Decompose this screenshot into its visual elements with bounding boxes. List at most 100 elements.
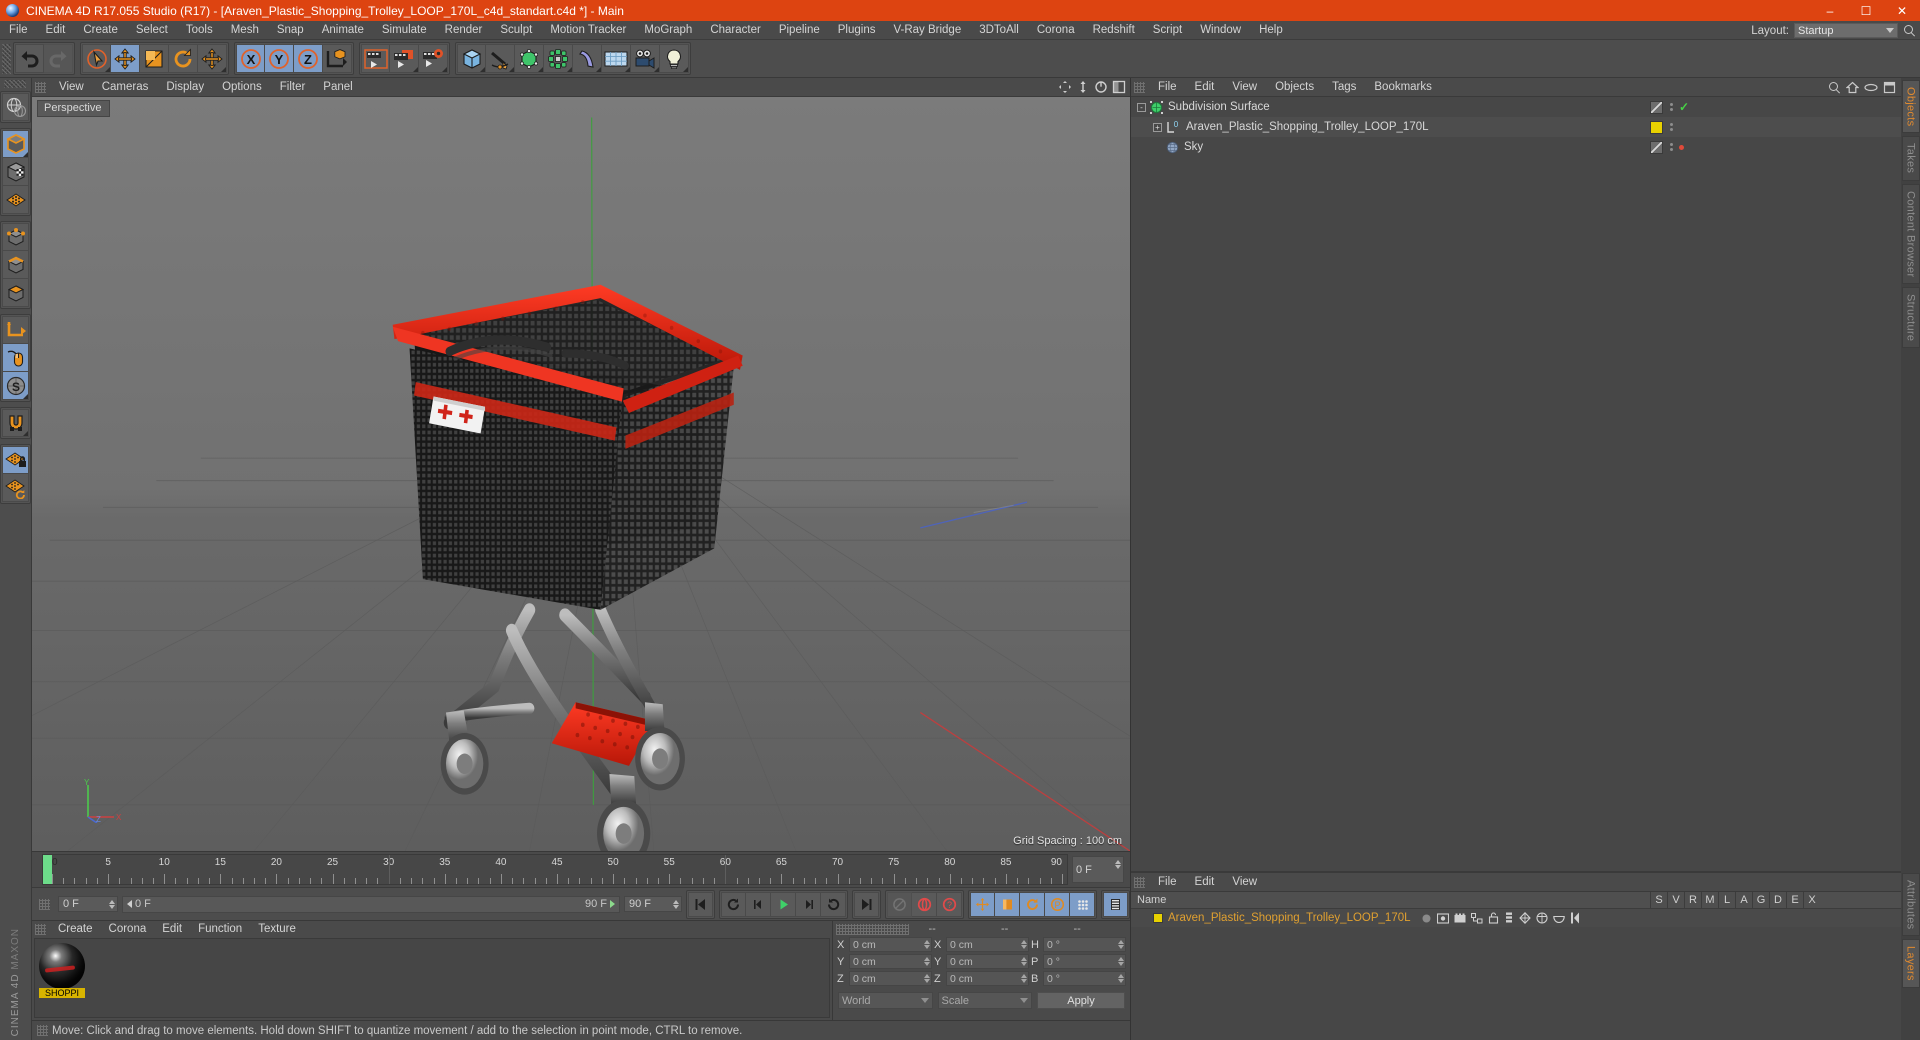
- timeline-frame-field[interactable]: 0 F: [1072, 856, 1124, 883]
- close-button[interactable]: ✕: [1884, 0, 1920, 21]
- material-menu-item-edit[interactable]: Edit: [154, 921, 190, 938]
- menu-item-script[interactable]: Script: [1144, 21, 1191, 40]
- object-menu-item-tags[interactable]: Tags: [1323, 78, 1365, 97]
- pan-view-icon[interactable]: [1058, 80, 1072, 94]
- right-tab-takes[interactable]: Takes: [1901, 136, 1920, 181]
- timeline-ruler[interactable]: 051015202530354045505560657075808590: [42, 854, 1068, 885]
- layer-flag-header-a[interactable]: A: [1735, 891, 1752, 909]
- deformer-bend-icon[interactable]: [573, 44, 602, 73]
- go-to-end-icon[interactable]: [854, 891, 879, 917]
- viewport-menu-item-options[interactable]: Options: [213, 78, 271, 97]
- stepper-icon[interactable]: [1118, 974, 1124, 983]
- layer-flag-header-r[interactable]: R: [1684, 891, 1701, 909]
- eye-icon[interactable]: [1864, 81, 1878, 94]
- render-icon[interactable]: [1454, 913, 1466, 924]
- menu-item-select[interactable]: Select: [127, 21, 177, 40]
- stepper-icon[interactable]: [924, 957, 930, 966]
- workplane-lock-icon[interactable]: [2, 446, 29, 474]
- points-mode-icon[interactable]: [2, 223, 29, 251]
- key-scale-icon[interactable]: [995, 891, 1020, 917]
- key-rotation-icon[interactable]: [1020, 891, 1045, 917]
- layer-row[interactable]: Araven_Plastic_Shopping_Trolley_LOOP_170…: [1131, 909, 1901, 927]
- apply-button[interactable]: Apply: [1037, 992, 1125, 1009]
- coord-field-rotation-h[interactable]: 0 °: [1043, 937, 1126, 952]
- minimize-button[interactable]: –: [1812, 0, 1848, 21]
- world-coordinate-icon[interactable]: [323, 44, 352, 73]
- stepper-icon[interactable]: [1115, 860, 1121, 869]
- axis-y-icon[interactable]: Y: [265, 44, 294, 73]
- menu-item-mesh[interactable]: Mesh: [222, 21, 268, 40]
- enabled-check-icon[interactable]: ✓: [1679, 100, 1689, 114]
- lock-icon[interactable]: [1488, 912, 1499, 924]
- object-row[interactable]: - Subdivision Surface ✓: [1131, 97, 1901, 117]
- viewport-menu-item-cameras[interactable]: Cameras: [93, 78, 158, 97]
- render-settings-icon[interactable]: [419, 44, 448, 73]
- go-to-start-icon[interactable]: [688, 891, 713, 917]
- menu-item-render[interactable]: Render: [436, 21, 492, 40]
- object-menu-item-objects[interactable]: Objects: [1266, 78, 1323, 97]
- menu-item-tools[interactable]: Tools: [177, 21, 222, 40]
- layer-flag-header-m[interactable]: M: [1701, 891, 1718, 909]
- layer-flag-header-e[interactable]: E: [1786, 891, 1803, 909]
- object-tree[interactable]: - Subdivision Surface ✓ +0 Araven_Plastic_Sh…: [1131, 97, 1901, 871]
- step-forward-icon[interactable]: [796, 891, 821, 917]
- maximize-view-icon[interactable]: [1112, 80, 1126, 94]
- expander-toggle-icon[interactable]: +: [1153, 122, 1162, 132]
- texture-axis-icon[interactable]: [2, 93, 29, 121]
- menu-item-mograph[interactable]: MoGraph: [635, 21, 701, 40]
- stepper-icon[interactable]: [673, 900, 679, 909]
- workplane-rotate-icon[interactable]: [2, 474, 29, 502]
- stepper-icon[interactable]: [924, 940, 930, 949]
- material-menu-item-create[interactable]: Create: [50, 921, 101, 938]
- coord-field-size-z[interactable]: 0 cm: [946, 971, 1029, 986]
- stepper-icon[interactable]: [1021, 940, 1027, 949]
- search-icon[interactable]: [1903, 24, 1916, 37]
- coord-field-position-z[interactable]: 0 cm: [849, 971, 932, 986]
- object-manager-grip[interactable]: [1134, 81, 1145, 93]
- menu-item-animate[interactable]: Animate: [313, 21, 373, 40]
- menu-item-simulate[interactable]: Simulate: [373, 21, 436, 40]
- stepper-icon[interactable]: [1118, 957, 1124, 966]
- layout-dropdown[interactable]: Startup: [1794, 23, 1898, 38]
- solo-icon[interactable]: [1421, 913, 1432, 924]
- menu-item-motion-tracker[interactable]: Motion Tracker: [541, 21, 635, 40]
- timeline-toggle-icon[interactable]: [1103, 891, 1128, 917]
- viewport-menu-item-view[interactable]: View: [50, 78, 93, 97]
- material-menu-item-texture[interactable]: Texture: [250, 921, 304, 938]
- previous-keyframe-icon[interactable]: [721, 891, 746, 917]
- coord-field-size-y[interactable]: 0 cm: [946, 954, 1029, 969]
- stepper-icon[interactable]: [1021, 957, 1027, 966]
- stepper-icon[interactable]: [109, 900, 115, 909]
- perspective-viewport[interactable]: Perspective Grid Spacing : 100 cm Y X Z: [32, 97, 1130, 851]
- layer-flag-header-l[interactable]: L: [1718, 891, 1735, 909]
- object-menu-item-file[interactable]: File: [1149, 78, 1186, 97]
- display-toggle-icon[interactable]: [1650, 100, 1663, 114]
- menu-item-plugins[interactable]: Plugins: [829, 21, 885, 40]
- material-menu-item-corona[interactable]: Corona: [101, 921, 155, 938]
- layer-color-swatch[interactable]: [1153, 913, 1163, 923]
- key-parameter-icon[interactable]: P: [1045, 891, 1070, 917]
- live-selection-icon[interactable]: [82, 44, 111, 73]
- end-frame-field[interactable]: 90 F: [624, 896, 682, 912]
- coord-field-position-y[interactable]: 0 cm: [849, 954, 932, 969]
- layer-menu-item-view[interactable]: View: [1223, 873, 1266, 892]
- layer-menu-item-edit[interactable]: Edit: [1186, 873, 1224, 892]
- move-tool-icon[interactable]: [111, 44, 140, 73]
- viewport-menu-item-filter[interactable]: Filter: [271, 78, 315, 97]
- fit-icon[interactable]: [1883, 81, 1896, 94]
- object-axis-icon[interactable]: [2, 316, 29, 344]
- playbar-grip[interactable]: [39, 898, 50, 910]
- right-tab-structure[interactable]: Structure: [1901, 287, 1920, 349]
- range-start-handle-icon[interactable]: [127, 900, 132, 908]
- preview-range-bar[interactable]: 0 F 90 F: [122, 895, 620, 913]
- layer-flag-header-x[interactable]: X: [1803, 891, 1820, 909]
- current-frame-field[interactable]: 0 F: [58, 896, 118, 912]
- left-toolbar-grip[interactable]: [3, 80, 26, 88]
- spline-pen-icon[interactable]: [486, 44, 515, 73]
- material-list[interactable]: SHOPPI: [34, 938, 830, 1018]
- manager-icon[interactable]: [1470, 912, 1483, 924]
- deformers-icon[interactable]: [1535, 912, 1548, 924]
- range-end-handle-icon[interactable]: [610, 900, 615, 908]
- animation-icon[interactable]: [1504, 912, 1514, 924]
- home-icon[interactable]: [1846, 81, 1859, 94]
